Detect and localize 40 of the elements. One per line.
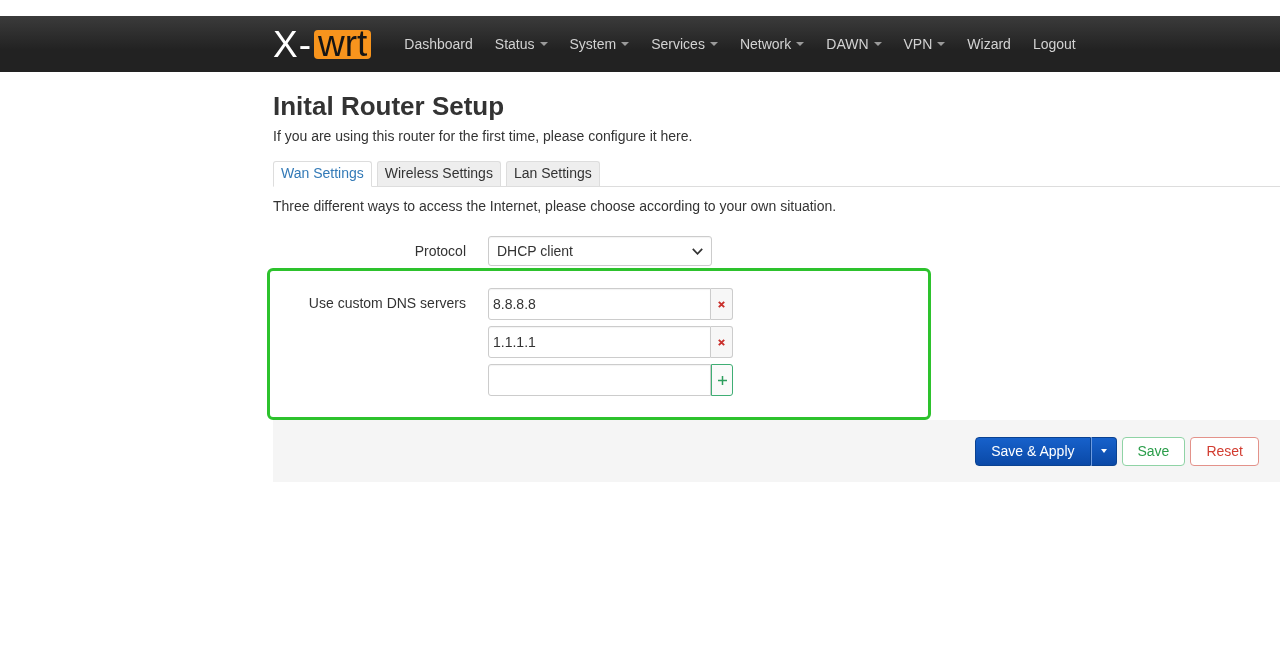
field-label: Use custom DNS servers	[307, 294, 466, 313]
dropdown-toggle-button[interactable]	[1090, 436, 1117, 466]
cross-icon	[718, 338, 725, 346]
plus-icon	[717, 375, 727, 385]
caret-down-icon	[1100, 449, 1107, 453]
nav-menu-link[interactable]: System	[558, 34, 641, 54]
nav-menu-link[interactable]: Wizard	[956, 34, 1022, 54]
save-button[interactable]: Save	[1121, 436, 1186, 466]
caret-down-icon	[709, 42, 718, 46]
cross-icon	[718, 300, 725, 308]
caret-down-icon	[937, 42, 946, 46]
dns-server-field[interactable]: 8.8.8.8	[488, 288, 711, 320]
nav-menu-link[interactable]: Dashboard	[393, 34, 484, 54]
nav-menu-link[interactable]: Status	[483, 34, 559, 54]
section-description: Three different ways to access the Internet, please choose according to your own situation.	[273, 197, 838, 216]
page-subtitle: If you are using this router for the first time, please configure it here.	[273, 127, 694, 146]
nav-menu-link[interactable]: DAWN	[815, 34, 893, 54]
nav-menu-link[interactable]: Services	[640, 34, 729, 54]
dns-server-field[interactable]	[488, 364, 711, 396]
tab[interactable]: Lan Settings	[505, 161, 600, 186]
caret-down-icon	[873, 42, 882, 46]
chevron-down-icon	[692, 247, 703, 255]
nav-menu-link[interactable]: VPN	[892, 34, 957, 54]
tab[interactable]: Wan Settings	[273, 161, 372, 187]
save-apply-button[interactable]: Save & Apply	[975, 436, 1091, 466]
remove-button[interactable]	[711, 288, 733, 320]
logo[interactable]: X- wrt	[273, 25, 372, 63]
add-button[interactable]	[711, 364, 733, 396]
caret-down-icon	[796, 42, 805, 46]
caret-down-icon	[539, 42, 548, 46]
nav-menu-link[interactable]: Network	[728, 34, 816, 54]
field-label: Protocol	[413, 242, 466, 261]
caret-down-icon	[621, 42, 630, 46]
page-title: Inital Router Setup	[273, 91, 506, 122]
reset-button[interactable]: Reset	[1190, 436, 1259, 466]
nav-menu-link[interactable]: Logout	[1021, 34, 1087, 54]
dns-server-field[interactable]: 1.1.1.1	[488, 326, 711, 358]
protocol-select[interactable]: DHCP client	[488, 236, 712, 266]
remove-button[interactable]	[711, 326, 733, 358]
tab[interactable]: Wireless Settings	[376, 161, 501, 186]
